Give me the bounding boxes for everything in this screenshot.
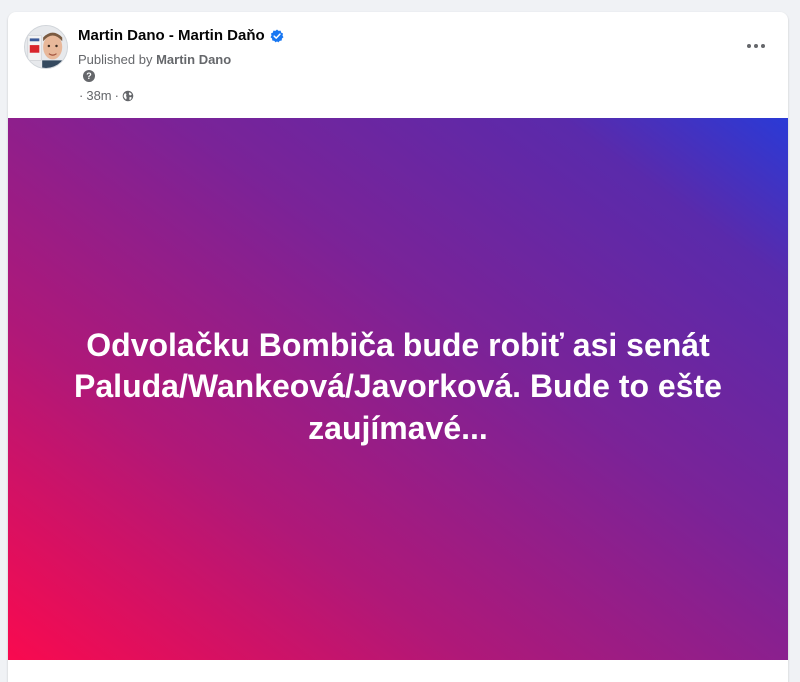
post-header: Martin Dano - Martin Daňo Published by M… bbox=[8, 12, 788, 118]
globe-icon[interactable] bbox=[122, 90, 134, 102]
published-by-name[interactable]: Martin Dano bbox=[156, 52, 231, 67]
author-name[interactable]: Martin Dano - Martin Daňo bbox=[78, 27, 265, 44]
post-meta: · 38m · bbox=[76, 88, 134, 103]
avatar-image bbox=[25, 26, 67, 68]
card-bottom-strip bbox=[8, 660, 788, 682]
author-line: Martin Dano - Martin Daňo bbox=[78, 27, 284, 44]
more-options-button[interactable] bbox=[738, 32, 774, 60]
meta-separator: · bbox=[79, 88, 84, 103]
more-dot bbox=[747, 44, 751, 48]
more-dot bbox=[754, 44, 758, 48]
published-prefix: Published by bbox=[78, 52, 153, 67]
post-time[interactable]: 38m bbox=[86, 88, 111, 103]
author-avatar[interactable] bbox=[24, 25, 68, 69]
post-background[interactable]: Odvolačku Bombiča bude robiť asi senát P… bbox=[8, 118, 788, 660]
meta-separator: · bbox=[114, 88, 119, 103]
published-by-line: Published by Martin Dano bbox=[78, 52, 231, 67]
more-dot bbox=[761, 44, 765, 48]
verified-badge-icon bbox=[270, 29, 284, 43]
post-text: Odvolačku Bombiča bude robiť asi senát P… bbox=[74, 326, 722, 446]
help-icon[interactable]: ? bbox=[83, 70, 95, 82]
post-card: Martin Dano - Martin Daňo Published by M… bbox=[8, 12, 788, 682]
